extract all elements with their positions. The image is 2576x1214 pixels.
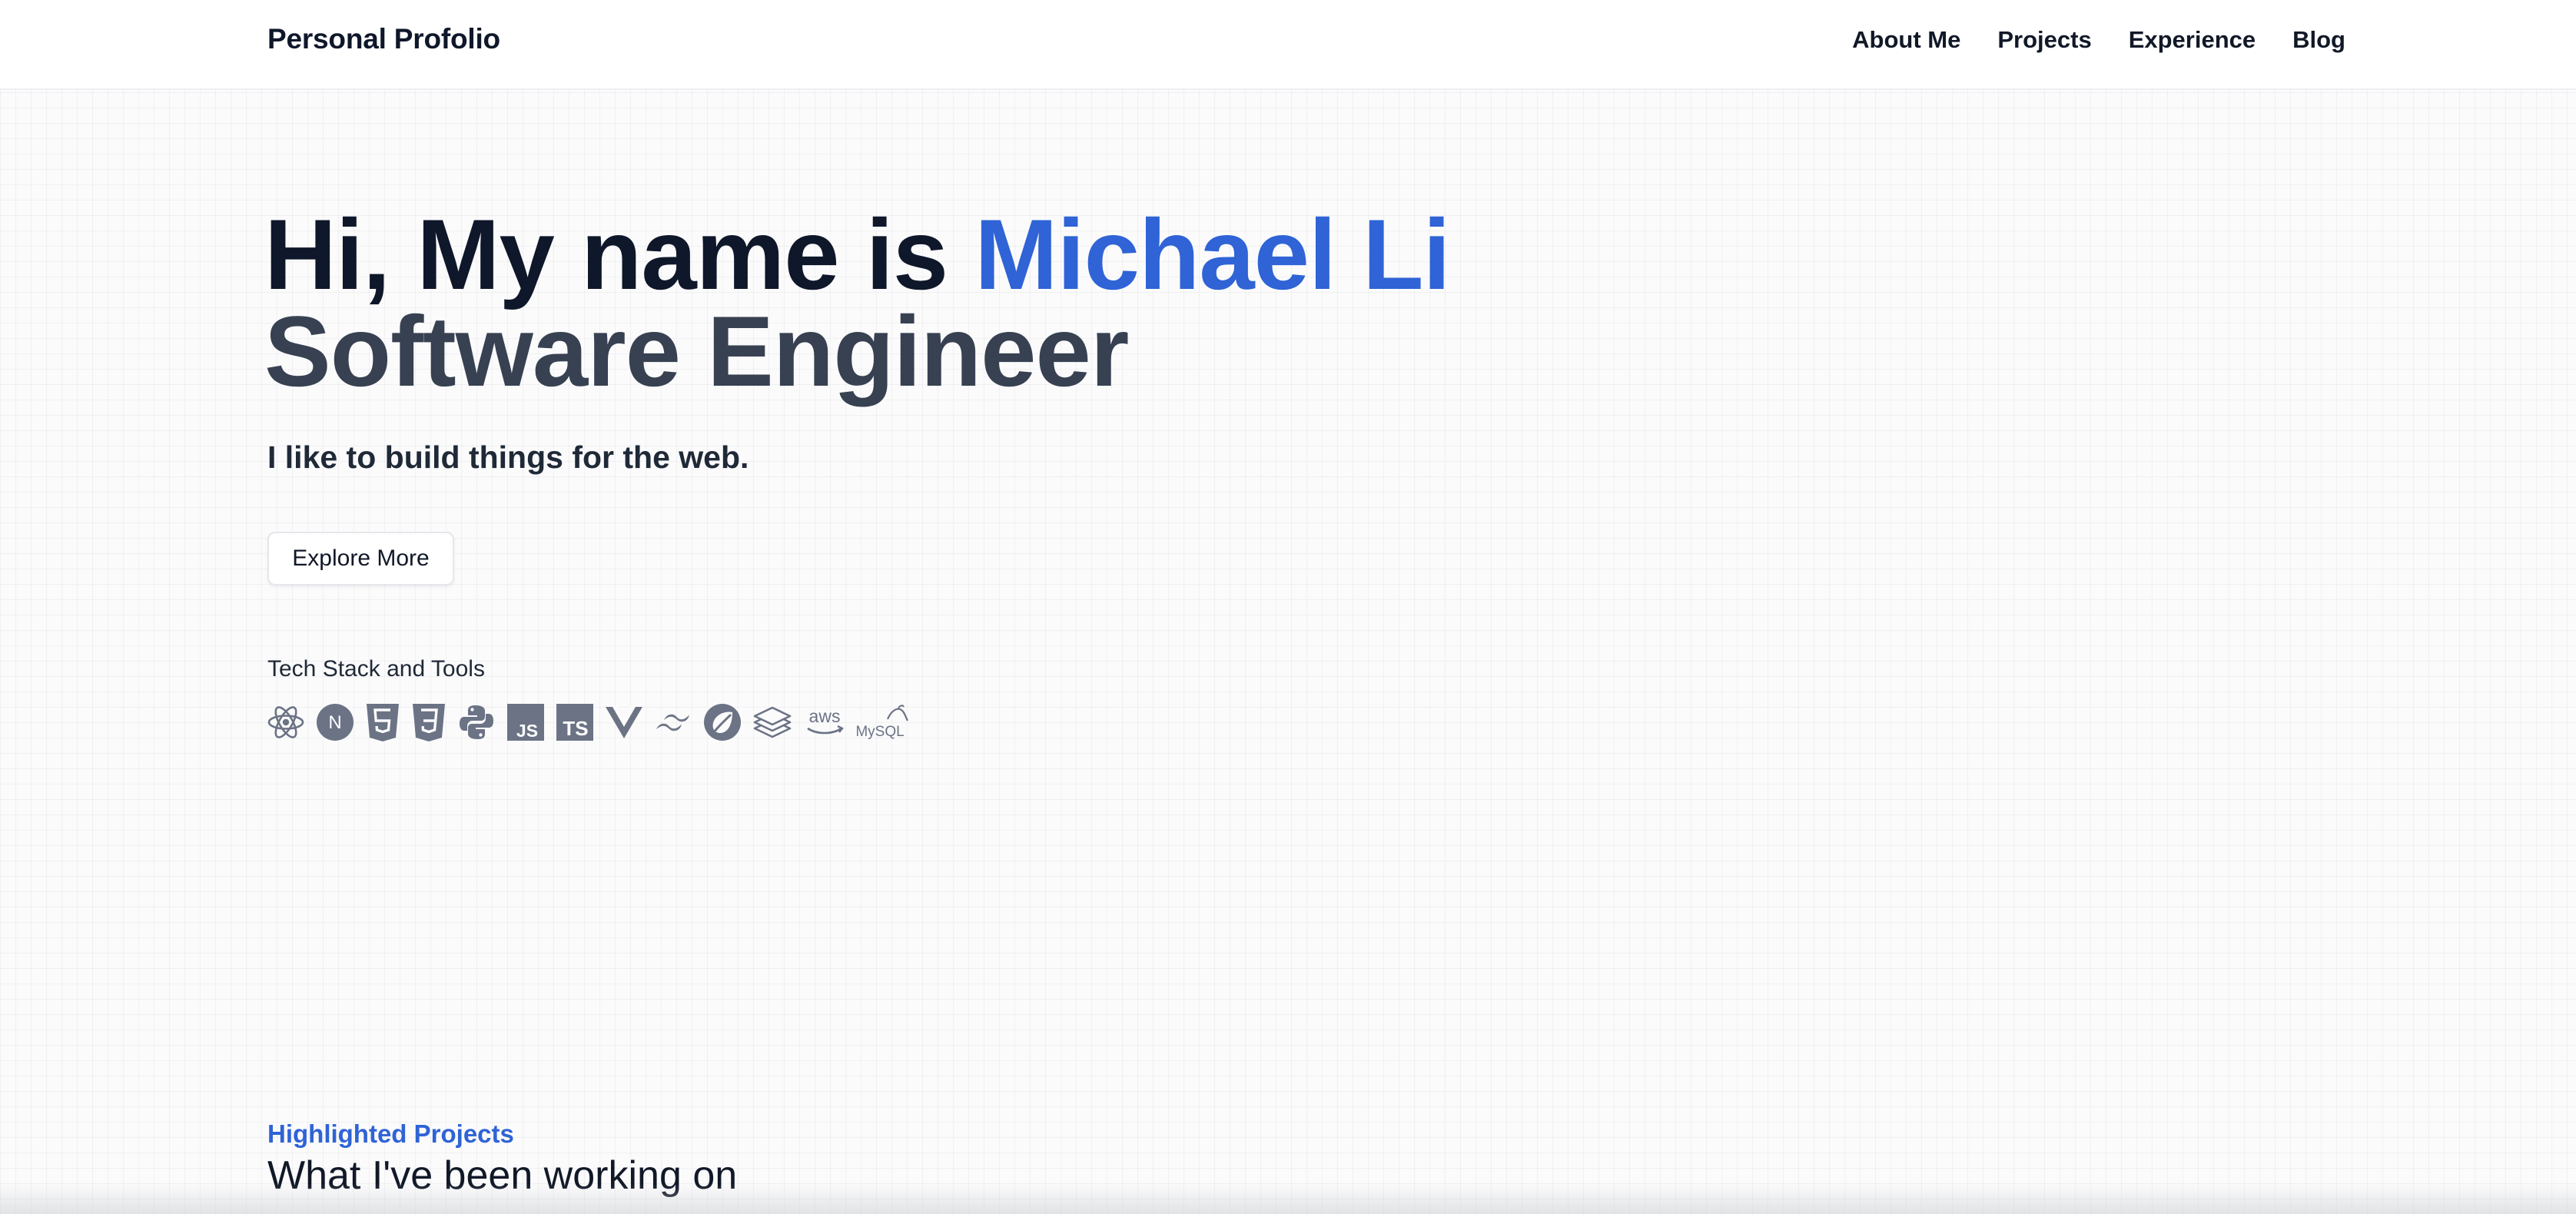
mysql-icon: MySQL — [857, 702, 909, 742]
aws-icon: aws — [803, 705, 846, 739]
vue-icon — [605, 705, 643, 740]
javascript-icon-text: JS — [516, 721, 538, 741]
nav-blog[interactable]: Blog — [2292, 26, 2345, 54]
explore-more-button[interactable]: Explore More — [267, 532, 454, 585]
python-icon — [457, 703, 496, 741]
main-nav: About Me Projects Experience Blog — [1852, 26, 2345, 54]
hero-greeting: Hi, My name is — [264, 198, 975, 310]
typescript-icon: TS — [556, 703, 594, 741]
react-icon — [267, 703, 305, 741]
stack-layers-icon — [752, 705, 792, 739]
site-brand[interactable]: Personal Profolio — [267, 23, 500, 55]
hero-tagline: I like to build things for the web. — [267, 439, 749, 475]
tech-stack-label: Tech Stack and Tools — [267, 656, 485, 682]
aws-icon-text: aws — [809, 706, 841, 726]
nav-projects[interactable]: Projects — [1997, 26, 2091, 54]
tailwind-icon — [654, 710, 692, 735]
mysql-icon-text: MySQL — [857, 724, 905, 740]
nav-experience[interactable]: Experience — [2129, 26, 2256, 54]
hero-heading: Hi, My name is Michael Li Software Engin… — [264, 204, 1451, 407]
bottom-fade — [0, 1183, 2576, 1214]
spring-icon — [703, 703, 742, 741]
typescript-icon-text: TS — [563, 717, 588, 740]
site-header: Personal Profolio About Me Projects Expe… — [0, 0, 2576, 90]
hero-greeting-line: Hi, My name is Michael Li — [264, 204, 1451, 304]
nextjs-icon: N — [316, 703, 354, 741]
hero-role: Software Engineer — [264, 295, 1129, 407]
nav-about-me[interactable]: About Me — [1852, 26, 1960, 54]
html5-icon — [365, 702, 400, 742]
tech-stack-icons: N JS TS aws MySQL — [267, 701, 909, 744]
projects-section-kicker: Highlighted Projects — [267, 1119, 514, 1148]
hero-name: Michael Li — [974, 198, 1450, 310]
javascript-icon: JS — [506, 703, 545, 741]
css3-icon — [411, 702, 446, 742]
nextjs-icon-letter: N — [328, 712, 341, 733]
